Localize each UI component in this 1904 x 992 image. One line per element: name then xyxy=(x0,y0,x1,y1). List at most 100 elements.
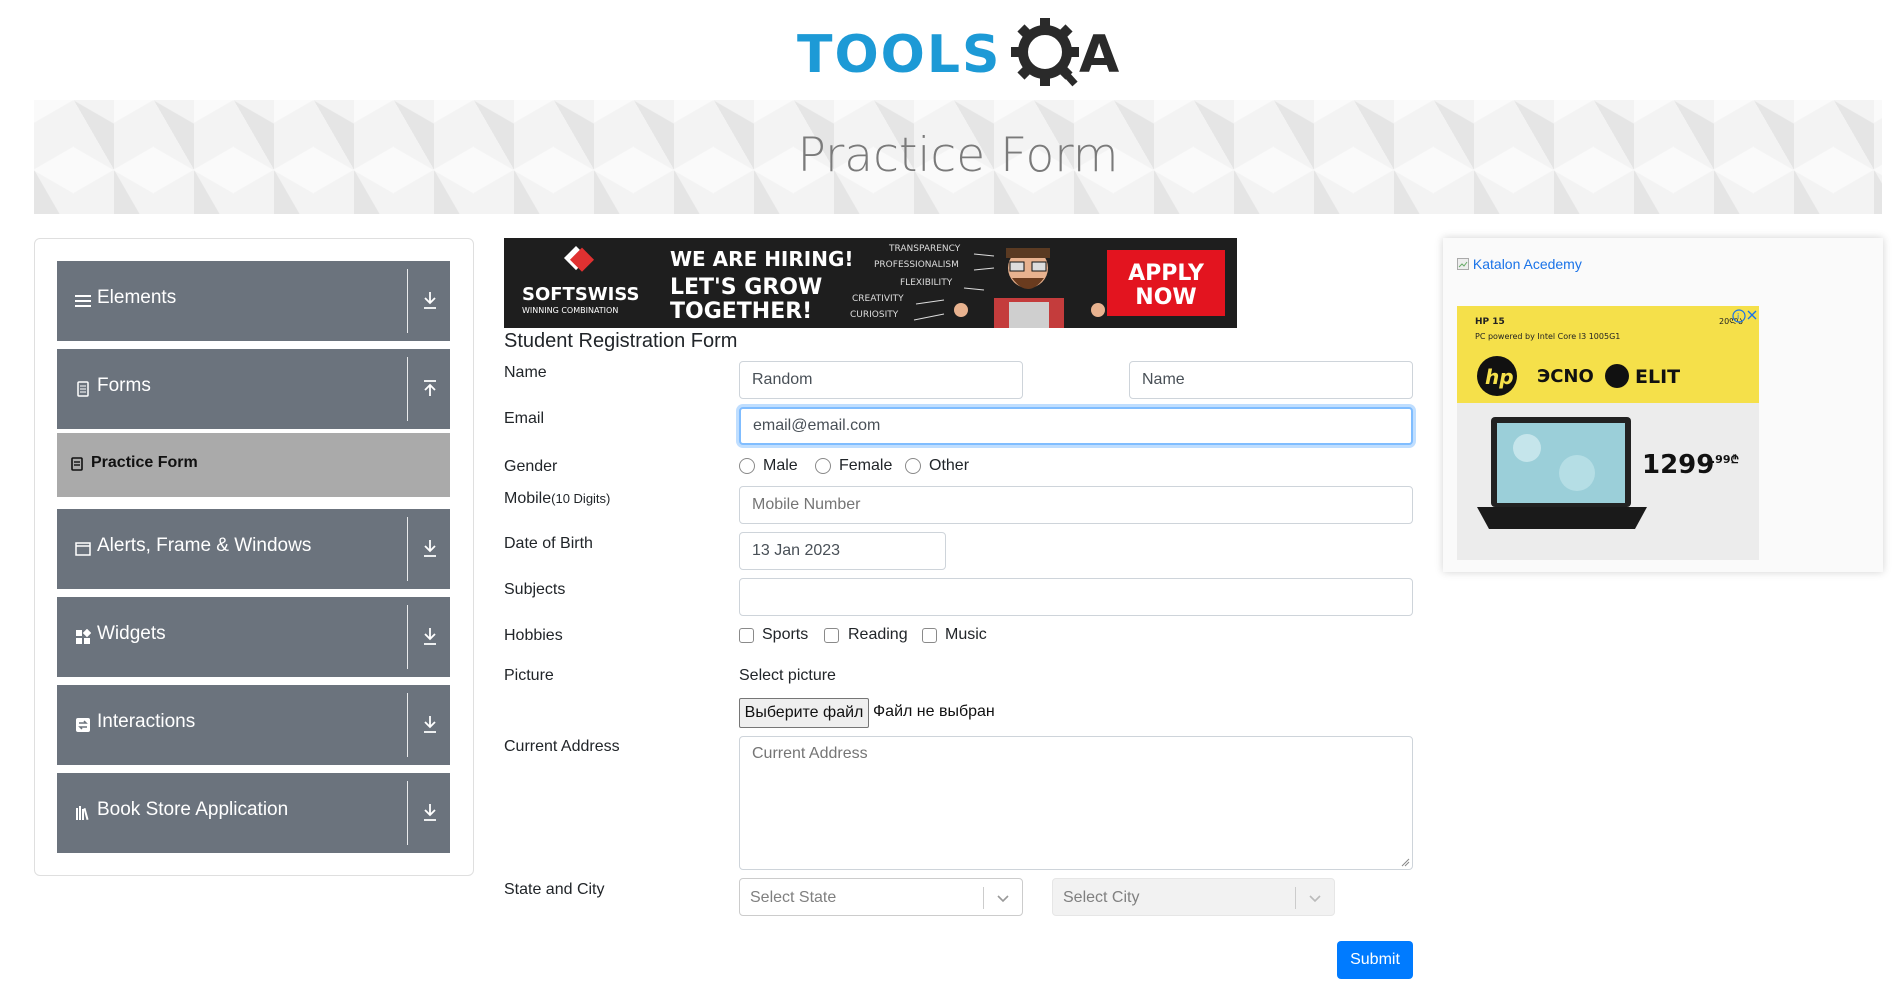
hobby-option-label[interactable]: Music xyxy=(945,626,987,644)
ad-headline-3: TOGETHER! xyxy=(670,299,812,324)
price-cents: .99₾ xyxy=(1711,453,1739,466)
sidebar-group-label: Book Store Application xyxy=(97,799,289,820)
resize-handle-icon[interactable] xyxy=(1400,857,1410,867)
state-select-placeholder: Select State xyxy=(750,889,837,906)
sidebar-item-practice-form[interactable]: Practice Form xyxy=(57,433,450,497)
sidebar-group-label: Interactions xyxy=(97,711,196,732)
hp-laptop-ad[interactable]: HP 15 PC powered by Intel Core I3 1005G1… xyxy=(1457,306,1759,560)
document-icon xyxy=(77,381,89,397)
hobby-option-label[interactable]: Sports xyxy=(762,626,808,644)
current-address-textarea[interactable]: Current Address xyxy=(739,736,1413,870)
interactions-icon xyxy=(76,718,90,732)
ad-value: PROFESSIONALISM xyxy=(874,260,959,270)
choose-file-button[interactable]: Выберите файл xyxy=(739,698,869,728)
svg-text:hp: hp xyxy=(1485,365,1514,389)
svg-text:i: i xyxy=(1737,312,1739,321)
email-label: Email xyxy=(504,410,545,427)
dob-input[interactable]: 13 Jan 2023 xyxy=(739,532,946,570)
sidebar-group-widgets[interactable]: Widgets xyxy=(57,597,450,677)
widgets-icon xyxy=(76,629,91,644)
hp-ad-header: HP 15 PC powered by Intel Core I3 1005G1… xyxy=(1457,306,1759,403)
ad-cta-1: APPLY xyxy=(1128,261,1205,286)
page-banner: Practice Form xyxy=(34,100,1882,214)
divider xyxy=(407,357,408,421)
divider xyxy=(1295,887,1296,909)
divider xyxy=(983,887,984,909)
mobile-label-text: Mobile xyxy=(504,490,552,507)
hobby-option-label[interactable]: Reading xyxy=(848,626,908,644)
elit-logo-icon xyxy=(1605,364,1629,388)
state-select[interactable]: Select State xyxy=(739,878,1023,916)
hp-model: HP 15 xyxy=(1475,317,1505,327)
city-select-placeholder: Select City xyxy=(1063,889,1140,906)
email-input[interactable]: email@email.com xyxy=(739,407,1413,445)
svg-text:A: A xyxy=(1079,25,1119,85)
broken-image-icon xyxy=(1457,258,1469,270)
download-arrow-icon xyxy=(424,804,436,821)
ad-brand: SOFTSWISS xyxy=(522,284,639,305)
books-icon xyxy=(76,806,89,821)
hobby-sports-checkbox[interactable] xyxy=(739,628,754,643)
sidebar-group-interactions[interactable]: Interactions xyxy=(57,685,450,765)
sidebar-group-book-store[interactable]: Book Store Application xyxy=(57,773,450,853)
download-arrow-icon xyxy=(424,628,436,645)
hp-spec: PC powered by Intel Core I3 1005G1 xyxy=(1475,332,1620,341)
sidebar-group-elements[interactable]: Elements xyxy=(57,261,450,341)
address-label: Current Address xyxy=(504,738,620,755)
hobby-reading-checkbox[interactable] xyxy=(824,628,839,643)
divider xyxy=(407,605,408,669)
ad-value: TRANSPARENCY xyxy=(888,244,961,254)
picture-label: Picture xyxy=(504,667,554,684)
form-title: Student Registration Form xyxy=(504,330,738,352)
city-select[interactable]: Select City xyxy=(1052,878,1335,916)
sidebar-group-label: Forms xyxy=(97,375,151,396)
ad-headline-2: LET'S GROW xyxy=(670,275,822,300)
gender-male-radio[interactable] xyxy=(739,458,755,474)
gender-option-label[interactable]: Other xyxy=(929,457,969,475)
last-name-input[interactable]: Name xyxy=(1129,361,1413,399)
subjects-input[interactable] xyxy=(739,578,1413,616)
download-arrow-icon xyxy=(424,292,436,309)
hobby-music-checkbox[interactable] xyxy=(922,628,937,643)
gender-option-label[interactable]: Female xyxy=(839,457,892,475)
divider xyxy=(407,781,408,845)
subjects-label: Subjects xyxy=(504,581,566,598)
katalon-ad-link[interactable]: Katalon Acedemy xyxy=(1457,256,1582,272)
sidebar-group-label: Widgets xyxy=(97,623,166,644)
hamburger-icon xyxy=(75,295,91,307)
submit-button[interactable]: Submit xyxy=(1337,941,1413,979)
divider xyxy=(407,269,408,333)
sidebar: Elements Forms Practice Form Alerts, Fra… xyxy=(34,238,474,876)
name-label: Name xyxy=(504,364,547,381)
store-logo-2: ELIT xyxy=(1635,366,1680,388)
sidebar-group-alerts[interactable]: Alerts, Frame & Windows xyxy=(57,509,450,589)
divider xyxy=(407,517,408,581)
page-title: Practice Form xyxy=(797,128,1119,183)
katalon-ad-alt-text: Katalon Acedemy xyxy=(1472,256,1582,272)
gender-label: Gender xyxy=(504,458,558,475)
upload-arrow-icon xyxy=(424,380,436,396)
ad-cta-2: NOW xyxy=(1135,285,1196,310)
state-city-label: State and City xyxy=(504,881,605,898)
file-status: Файл не выбран xyxy=(873,703,995,720)
mobile-hint: (10 Digits) xyxy=(551,491,611,506)
toolsqa-logo[interactable]: TOOLS A xyxy=(797,14,1126,92)
gender-other-radio[interactable] xyxy=(905,458,921,474)
mobile-label: Mobile(10 Digits) xyxy=(504,490,610,508)
mobile-input[interactable]: Mobile Number xyxy=(739,486,1413,524)
divider xyxy=(407,693,408,757)
gender-option-label[interactable]: Male xyxy=(763,457,798,475)
site-header: TOOLS A xyxy=(0,0,1904,98)
ad-headline-1: WE ARE HIRING! xyxy=(670,247,854,271)
select-picture-label: Select picture xyxy=(739,667,836,684)
softswiss-ad-banner[interactable]: SOFTSWISS WINNING COMBINATION WE ARE HIR… xyxy=(504,238,1237,328)
download-arrow-icon xyxy=(424,716,436,733)
first-name-input[interactable]: Random xyxy=(739,361,1023,399)
chevron-down-icon xyxy=(1309,895,1321,903)
gear-icon xyxy=(1011,18,1079,87)
gender-female-radio[interactable] xyxy=(815,458,831,474)
sidebar-group-forms[interactable]: Forms xyxy=(57,349,450,429)
sidebar-group-label: Alerts, Frame & Windows xyxy=(97,535,312,556)
chevron-down-icon xyxy=(997,895,1009,903)
store-logo-1: ЭCNO xyxy=(1537,366,1594,387)
